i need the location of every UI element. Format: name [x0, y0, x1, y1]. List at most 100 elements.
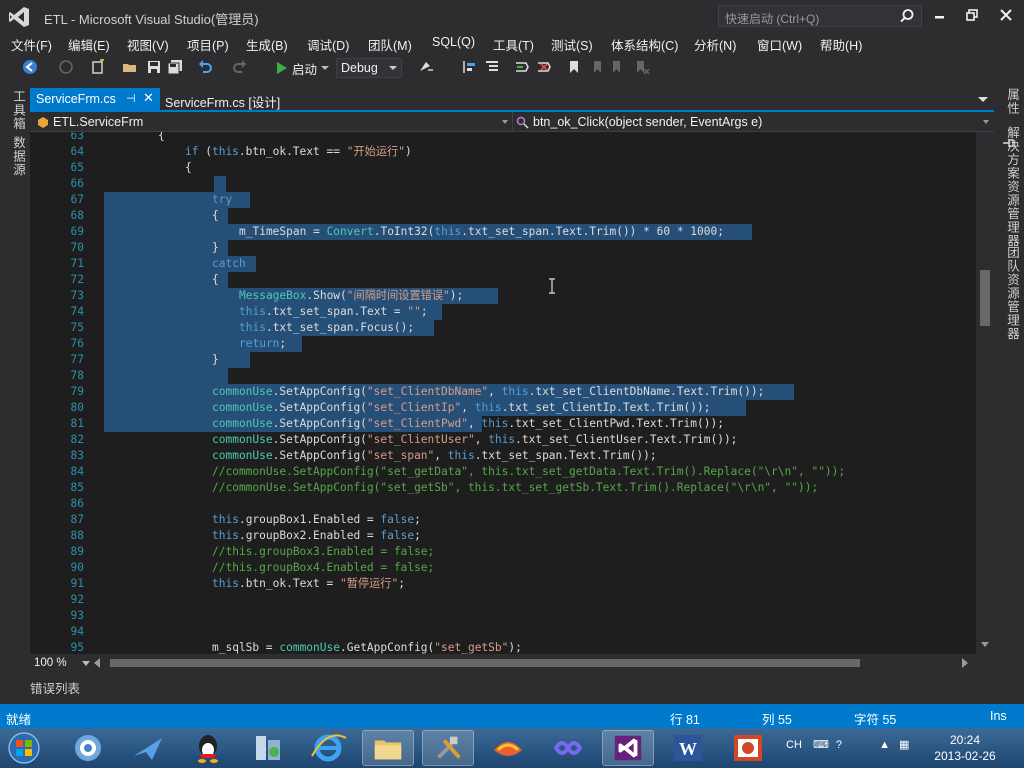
code-line[interactable]: 83 commonUse.SetAppConfig("set_span", thi…: [30, 448, 976, 464]
horizontal-scroll-thumb[interactable]: [110, 659, 860, 667]
menu-debug[interactable]: 调试(D): [307, 35, 349, 54]
qq-icon[interactable]: [182, 730, 234, 766]
toolbox-tab[interactable]: 工具箱: [9, 90, 28, 131]
scroll-left-icon[interactable]: [94, 658, 100, 668]
input-language-indicator[interactable]: CH: [786, 739, 802, 751]
pin-tab-icon[interactable]: ⊣: [126, 92, 136, 105]
uncomment-lines-icon[interactable]: [536, 59, 552, 75]
close-tab-icon[interactable]: ✕: [143, 90, 154, 106]
code-line[interactable]: 65 {: [30, 160, 976, 176]
network-icon[interactable]: [242, 730, 294, 766]
code-line[interactable]: 73 MessageBox.Show("间隔时间设置错误");: [30, 288, 976, 304]
code-line[interactable]: 84 //commonUse.SetAppConfig("set_getData"…: [30, 464, 976, 480]
code-line[interactable]: 76 return;: [30, 336, 976, 352]
redo-icon[interactable]: [232, 59, 248, 75]
menu-tools[interactable]: 工具(T): [493, 35, 534, 54]
team-explorer-tab[interactable]: 团队资源管理器: [1003, 246, 1022, 341]
search-icon[interactable]: [899, 8, 915, 24]
code-line[interactable]: 90 //this.groupBox4.Enabled = false;: [30, 560, 976, 576]
tools-icon[interactable]: [422, 730, 474, 766]
tab-servicefrm-cs[interactable]: ServiceFrm.cs ⊣ ✕: [30, 88, 160, 110]
sql-server-icon[interactable]: [482, 730, 534, 766]
undo-icon[interactable]: [197, 59, 213, 75]
code-line[interactable]: 66: [30, 176, 976, 192]
save-icon[interactable]: [146, 59, 162, 75]
open-file-icon[interactable]: [122, 59, 138, 75]
menu-architecture[interactable]: 体系结构(C): [611, 35, 678, 54]
menu-analyze[interactable]: 分析(N): [694, 35, 736, 54]
properties-tab[interactable]: 属性: [1003, 88, 1022, 115]
code-editor[interactable]: 63{64 if (this.btn_ok.Text == "开始运行") 65{6…: [30, 132, 976, 654]
code-line[interactable]: 63 {: [30, 132, 976, 144]
code-line[interactable]: 69 m_TimeSpan = Convert.ToInt32(this.txt_…: [30, 224, 976, 240]
code-line[interactable]: 67 try: [30, 192, 976, 208]
minimize-button[interactable]: [928, 5, 952, 25]
file-explorer-icon[interactable]: [362, 730, 414, 766]
code-line[interactable]: 64 if (this.btn_ok.Text == "开始运行"): [30, 144, 976, 160]
code-line[interactable]: 88 this.groupBox2.Enabled = false;: [30, 528, 976, 544]
menu-help[interactable]: 帮助(H): [820, 35, 862, 54]
show-hidden-icons-chevron-icon[interactable]: ▲: [879, 739, 890, 751]
menu-team[interactable]: 团队(M): [368, 35, 412, 54]
new-project-icon[interactable]: [90, 59, 106, 75]
feiq-messenger-icon[interactable]: [122, 730, 174, 766]
scroll-right-icon[interactable]: [962, 658, 968, 668]
solution-configuration-select[interactable]: Debug: [336, 58, 402, 78]
class-dropdown[interactable]: ETL.ServiceFrm: [30, 112, 513, 132]
code-line[interactable]: 68 {: [30, 208, 976, 224]
navigate-forward-icon[interactable]: [58, 59, 74, 75]
save-all-icon[interactable]: [167, 59, 183, 75]
align-left-icon[interactable]: [462, 59, 478, 75]
menu-project[interactable]: 项目(P): [187, 35, 229, 54]
help-icon[interactable]: ?: [836, 739, 842, 751]
data-sources-tab[interactable]: 数据源: [9, 136, 28, 177]
code-line[interactable]: 77}: [30, 352, 976, 368]
windows-start-icon[interactable]: [6, 732, 42, 764]
visual-studio-icon[interactable]: [602, 730, 654, 766]
quick-launch-input[interactable]: 快速启动 (Ctrl+Q): [718, 5, 922, 27]
word-icon[interactable]: W: [662, 730, 714, 766]
error-list-tab[interactable]: 错误列表: [30, 678, 80, 697]
solution-explorer-tab[interactable]: 解决方案资源管理器: [1003, 126, 1022, 248]
previous-bookmark-icon[interactable]: [588, 59, 604, 75]
code-line[interactable]: 80 commonUse.SetAppConfig("set_ClientIp",…: [30, 400, 976, 416]
code-line[interactable]: 91 this.btn_ok.Text = "暂停运行";: [30, 576, 976, 592]
menu-build[interactable]: 生成(B): [246, 35, 288, 54]
restore-button[interactable]: [960, 5, 984, 25]
zoom-level-select[interactable]: 100 %: [34, 657, 67, 669]
code-line[interactable]: 79 commonUse.SetAppConfig("set_ClientDbNa…: [30, 384, 976, 400]
vertical-scrollbar[interactable]: [976, 132, 994, 654]
horizontal-scrollbar[interactable]: 100 %: [30, 654, 976, 672]
code-line[interactable]: 92: [30, 592, 976, 608]
code-line[interactable]: 82 commonUse.SetAppConfig("set_ClientUser…: [30, 432, 976, 448]
close-button[interactable]: [994, 5, 1018, 25]
tab-servicefrm-design[interactable]: ServiceFrm.cs [设计]: [165, 92, 280, 111]
code-line[interactable]: 78: [30, 368, 976, 384]
menu-file[interactable]: 文件(F): [11, 35, 52, 54]
tab-overflow-chevron-icon[interactable]: [978, 97, 988, 102]
code-line[interactable]: 93: [30, 608, 976, 624]
code-line[interactable]: 94: [30, 624, 976, 640]
visual-studio-infinity-icon[interactable]: [542, 730, 594, 766]
code-line[interactable]: 95 m_sqlSb = commonUse.GetAppConfig("set_…: [30, 640, 976, 654]
menu-sql[interactable]: SQL(Q): [432, 35, 475, 49]
code-line[interactable]: 71 catch: [30, 256, 976, 272]
powerpoint-icon[interactable]: [722, 730, 774, 766]
code-line[interactable]: 85 //commonUse.SetAppConfig("set_getSb", …: [30, 480, 976, 496]
code-line[interactable]: 81 commonUse.SetAppConfig("set_ClientPwd"…: [30, 416, 976, 432]
indent-icon[interactable]: [484, 59, 500, 75]
system-clock[interactable]: 20:24 2013-02-26: [930, 732, 1000, 764]
menu-window[interactable]: 窗口(W): [757, 35, 802, 54]
keyboard-icon[interactable]: ⌨: [813, 739, 829, 751]
code-line[interactable]: 89 //this.groupBox3.Enabled = false;: [30, 544, 976, 560]
scroll-down-icon[interactable]: [981, 642, 989, 648]
code-line[interactable]: 75 this.txt_set_span.Focus();: [30, 320, 976, 336]
code-line[interactable]: 87 this.groupBox1.Enabled = false;: [30, 512, 976, 528]
code-line[interactable]: 86: [30, 496, 976, 512]
action-center-icon[interactable]: ▦: [899, 739, 909, 751]
code-line[interactable]: 74 this.txt_set_span.Text = "";: [30, 304, 976, 320]
media-player-icon[interactable]: [62, 730, 114, 766]
vertical-scroll-thumb[interactable]: [980, 270, 990, 326]
menu-edit[interactable]: 编辑(E): [68, 35, 110, 54]
comment-lines-icon[interactable]: [514, 59, 530, 75]
